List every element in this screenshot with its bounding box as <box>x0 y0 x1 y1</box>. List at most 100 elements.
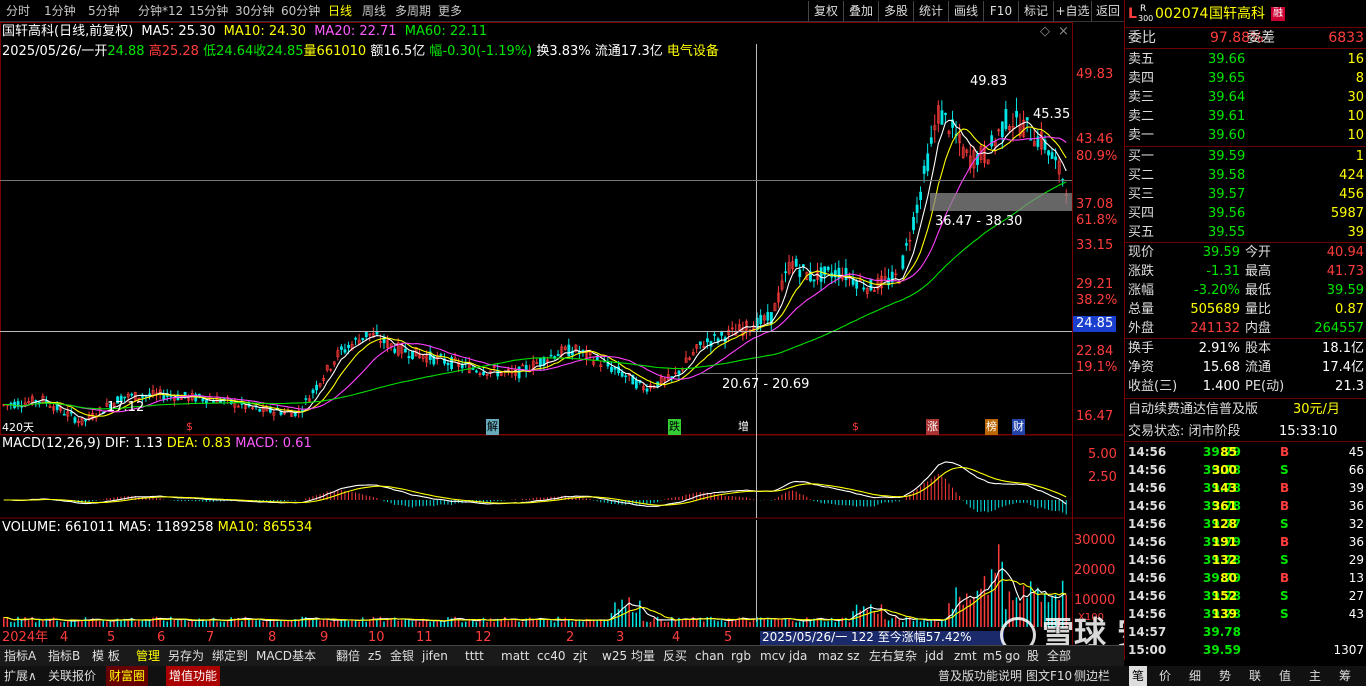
event-marker[interactable]: 解 <box>486 419 499 435</box>
candle-body <box>315 384 318 391</box>
indicator-tab[interactable]: 翻倍 <box>336 646 360 667</box>
indicator-tab[interactable]: jdd <box>925 646 944 667</box>
indicator-tab[interactable]: tttt <box>465 646 484 667</box>
promo-text[interactable]: 自动续费通达信普及版 <box>1128 400 1258 419</box>
value-added-button[interactable]: 增值功能 <box>166 666 221 686</box>
indicator-tab[interactable]: go <box>1005 646 1020 667</box>
candle-body <box>990 135 994 147</box>
tick-count: 29 <box>1348 553 1364 567</box>
period-30min[interactable]: 30分钟 <box>235 0 274 22</box>
period-fenshi[interactable]: 分时 <box>6 0 30 22</box>
related-quotes-button[interactable]: 关联报价 <box>48 666 96 686</box>
add-watchlist-button[interactable]: +自选 <box>1053 1 1091 21</box>
candle-body <box>812 279 816 282</box>
event-marker[interactable]: $ <box>852 419 859 435</box>
draw-line-button[interactable]: 画线 <box>948 1 983 21</box>
indicator-tab[interactable]: maz <box>818 646 843 667</box>
period-weekly[interactable]: 周线 <box>362 0 386 22</box>
close-icon[interactable]: × <box>1058 24 1069 40</box>
indicator-tab[interactable]: cc40 <box>537 646 565 667</box>
tick-volume: 361 <box>1211 499 1237 513</box>
tab-zhi[interactable]: 值 <box>1279 666 1291 686</box>
indicator-tab[interactable]: z5 <box>368 646 382 667</box>
period-multi[interactable]: 多周期 <box>395 0 431 22</box>
diamond-icon[interactable]: ◇ <box>1040 24 1050 40</box>
tab-bi[interactable]: 笔 <box>1129 666 1148 686</box>
event-marker[interactable]: 增 <box>738 419 749 435</box>
indicator-tab[interactable]: 管理 <box>136 646 160 667</box>
candle-body <box>826 266 830 271</box>
expand-button[interactable]: 扩展∧ <box>4 666 37 686</box>
period-more[interactable]: 更多 <box>438 0 462 22</box>
indicator-tab[interactable]: MACD基本 <box>256 646 316 667</box>
tab-lian[interactable]: 联 <box>1249 666 1261 686</box>
ask-row: 卖二 39.61 10 <box>1125 107 1366 126</box>
tab-jia[interactable]: 价 <box>1159 666 1171 686</box>
tick-volume: 85 <box>1220 445 1237 459</box>
event-marker[interactable]: 榜 <box>985 419 998 435</box>
multi-stock-button[interactable]: 多股 <box>878 1 913 21</box>
tab-xi[interactable]: 细 <box>1189 666 1201 686</box>
period-daily[interactable]: 日线 <box>328 0 352 22</box>
event-marker[interactable]: $ <box>186 419 193 435</box>
candle-body <box>141 396 144 398</box>
indicator-tab[interactable]: zjt <box>573 646 587 667</box>
indicator-tab[interactable]: rgb <box>731 646 751 667</box>
indicator-tab[interactable]: 指标B <box>48 646 80 667</box>
tab-chou[interactable]: 筹 <box>1339 666 1351 686</box>
sidebar-link[interactable]: 侧边栏 <box>1074 666 1110 686</box>
indicator-tab[interactable]: m5 <box>983 646 1002 667</box>
back-button[interactable]: 返回 <box>1091 1 1124 21</box>
promo-price[interactable]: 30元/月 <box>1293 400 1340 419</box>
indicator-tab[interactable]: sz <box>847 646 860 667</box>
f10-button[interactable]: F10 <box>983 1 1018 21</box>
indicator-tab[interactable]: 全部 <box>1047 646 1071 667</box>
period-1min[interactable]: 1分钟 <box>44 0 76 22</box>
fuquan-button[interactable]: 复权 <box>808 1 843 21</box>
indicator-tab[interactable]: 均量 <box>631 646 655 667</box>
candle-body <box>610 366 613 372</box>
period-60min[interactable]: 60分钟 <box>281 0 320 22</box>
fin-value: 21.3 <box>1335 379 1364 394</box>
bid-volume: 456 <box>1339 187 1364 202</box>
indicator-tab[interactable]: 另存为 <box>168 646 204 667</box>
axis-pct-3: 38.2% <box>1076 293 1118 308</box>
tab-shi[interactable]: 势 <box>1219 666 1231 686</box>
volume-label: VOLUME: 661011 <box>2 520 115 535</box>
indicator-tab[interactable]: 股 <box>1027 646 1039 667</box>
f10-link[interactable]: 图文F10 <box>1026 666 1072 686</box>
candle-body <box>73 417 77 423</box>
indicator-tab[interactable]: jifen <box>422 646 448 667</box>
event-marker[interactable]: 涨 <box>926 419 939 435</box>
event-marker[interactable]: 跌 <box>668 419 681 435</box>
period-min12[interactable]: 分钟*12 <box>138 0 183 22</box>
indicator-tab[interactable]: 左右复杂 <box>869 646 917 667</box>
period-15min[interactable]: 15分钟 <box>189 0 228 22</box>
wealth-circle-button[interactable]: 财富圈 <box>106 666 149 686</box>
overlay-button[interactable]: 叠加 <box>843 1 878 21</box>
candle-body <box>905 243 908 246</box>
event-marker[interactable]: 财 <box>1012 419 1025 435</box>
indicator-tab[interactable]: w25 <box>602 646 627 667</box>
edition-info-link[interactable]: 普及版功能说明 <box>938 666 1022 686</box>
indicator-tab[interactable]: zmt <box>954 646 977 667</box>
indicator-tab[interactable]: 金银 <box>390 646 414 667</box>
stats-button[interactable]: 统计 <box>913 1 948 21</box>
indicator-tab[interactable]: matt <box>501 646 529 667</box>
indicator-tab[interactable]: chan <box>695 646 724 667</box>
period-5min[interactable]: 5分钟 <box>88 0 120 22</box>
mark-button[interactable]: 标记 <box>1018 1 1053 21</box>
indicator-tab[interactable]: 指标A <box>4 646 36 667</box>
indicator-tab[interactable]: 反买 <box>663 646 687 667</box>
tick-row: 14:56 39.79 80 B 13 <box>1125 569 1366 587</box>
tick-volume: 80 <box>1220 571 1237 585</box>
indicator-tab[interactable]: mcv <box>760 646 785 667</box>
indicator-tab[interactable]: jda <box>789 646 807 667</box>
kline-chart[interactable] <box>0 22 1124 645</box>
fin-label: 股本 <box>1245 341 1272 356</box>
indicator-tab[interactable]: 模 板 <box>92 646 120 667</box>
ask-label: 卖二 <box>1128 109 1155 124</box>
indicator-tab[interactable]: 绑定到 <box>212 646 248 667</box>
tab-zhu[interactable]: 主 <box>1309 666 1321 686</box>
tick-row: 14:56 39.78 152 S 27 <box>1125 587 1366 605</box>
